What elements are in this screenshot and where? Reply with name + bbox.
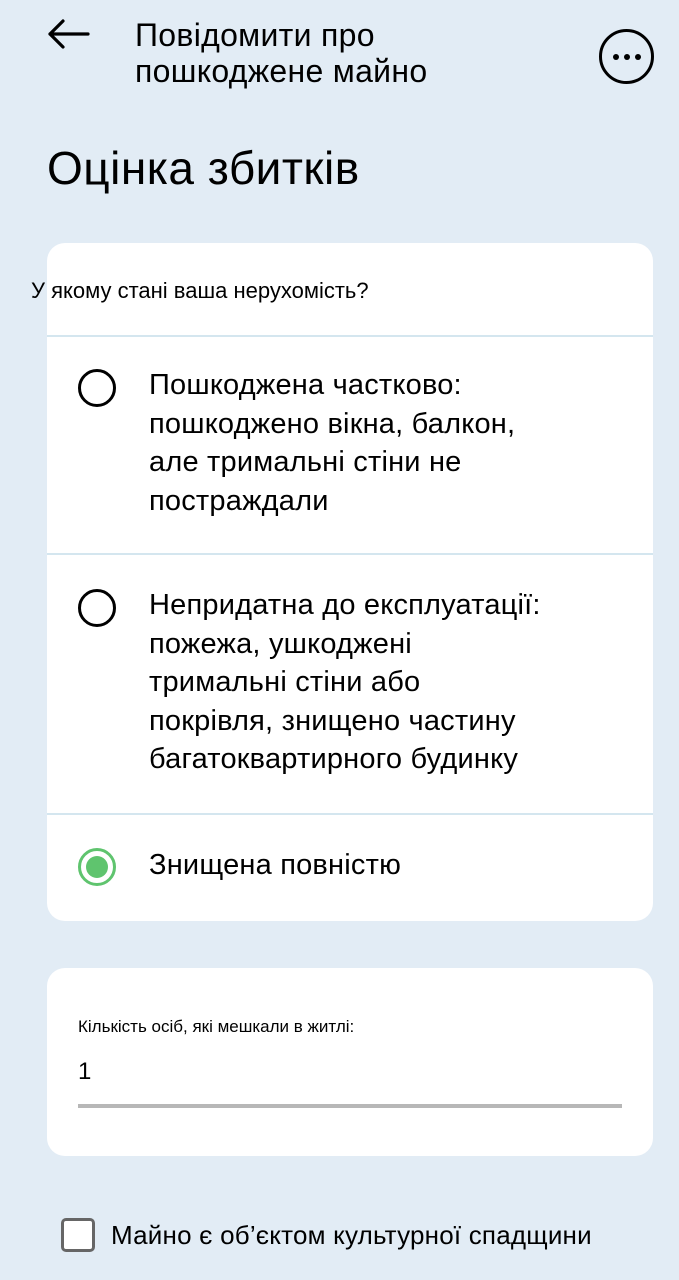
option-label-line: покрівля, знищено частину [149, 704, 516, 737]
header-title-line-1: Повідомити про [135, 17, 375, 53]
option-label: Знищена повністю [149, 846, 619, 885]
checkbox[interactable] [61, 1218, 95, 1252]
option-label-line: Знищена повністю [149, 849, 402, 881]
option-label-line: Непридатна до експлуатації: [149, 589, 541, 621]
option-label-line: пожежа, ушкоджені [149, 627, 412, 660]
more-options-button[interactable] [599, 29, 654, 84]
option-completely-destroyed[interactable]: Знищена повністю [47, 815, 653, 919]
option-unfit-for-use[interactable]: Непридатна до експлуатації: пожежа, ушко… [47, 555, 653, 813]
option-label-line: постраждали [149, 484, 329, 517]
residents-count-label: Кількість осіб, які мешкали в житлі: [78, 1017, 355, 1036]
option-label: Пошкоджена частково: пошкоджено вікна, б… [149, 366, 619, 520]
option-label-line: тримальні стіни або [149, 666, 421, 698]
header: Повідомити про пошкоджене майно [0, 0, 679, 110]
report-damaged-property-screen: Повідомити про пошкоджене майно Оцінка з… [0, 0, 679, 1280]
option-label-line: Пошкоджена частково: [149, 369, 462, 401]
radio-button[interactable] [78, 369, 116, 407]
more-horizontal-icon-dot [612, 53, 619, 60]
radio-button-selected[interactable] [78, 848, 116, 886]
option-partially-damaged[interactable]: Пошкоджена частково: пошкоджено вікна, б… [47, 337, 653, 553]
more-horizontal-icon-dot [623, 53, 630, 60]
radio-button[interactable] [78, 589, 116, 627]
header-title: Повідомити про пошкоджене майно [135, 17, 535, 89]
option-label-line: але тримальні стіни не [149, 446, 462, 478]
cultural-heritage-checkbox[interactable]: Майно є об’єктом культурної спадщини [61, 1215, 592, 1255]
residents-count-input[interactable] [78, 1052, 622, 1108]
property-state-question: У якому стані ваша нерухомість? [31, 278, 369, 303]
back-button[interactable] [44, 14, 92, 54]
more-horizontal-icon-dot [634, 53, 641, 60]
header-title-line-2: пошкоджене майно [135, 53, 428, 89]
page-title: Оцінка збитків [47, 142, 360, 194]
option-label: Непридатна до експлуатації: пожежа, ушко… [149, 586, 619, 779]
cultural-heritage-label: Майно є об’єктом культурної спадщини [111, 1220, 592, 1250]
option-label-line: пошкоджено вікна, балкон, [149, 407, 516, 440]
arrow-left-icon [48, 19, 90, 49]
option-label-line: багатоквартирного будинку [149, 743, 519, 775]
